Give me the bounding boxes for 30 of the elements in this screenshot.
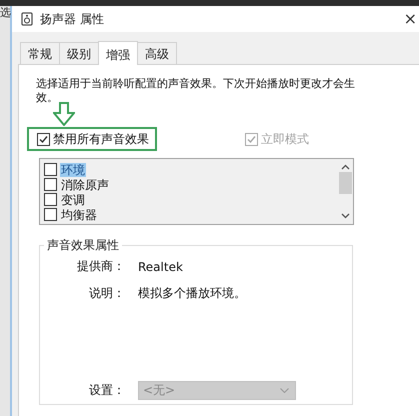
group-title: 声音效果属性	[46, 237, 120, 254]
provider-label: 提供商：	[76, 258, 125, 275]
tab[interactable]: 增强	[98, 41, 138, 65]
effect-item[interactable]: 变调	[60, 192, 86, 206]
window-title: 扬声器 属性	[40, 10, 104, 28]
checkbox[interactable]	[44, 208, 57, 221]
description-text: 选择适用于当前聆听配置的声音效果。下次开始播放时更改才会生效。	[36, 77, 356, 105]
effects-list[interactable]: 环境 消除原声 变调 均衡器	[39, 158, 354, 225]
checkbox[interactable]	[44, 193, 57, 206]
tab[interactable]: 常规	[20, 42, 60, 64]
effect-description: 模拟多个播放环境。	[138, 285, 247, 302]
chevron-down-icon	[280, 388, 289, 393]
tab[interactable]: 高级	[137, 42, 177, 64]
effect-item[interactable]: 均衡器	[60, 208, 98, 222]
effect-item[interactable]: 环境	[60, 162, 86, 176]
scrollbar-thumb[interactable]	[339, 172, 352, 194]
checkbox-label: 禁用所有声音效果	[53, 132, 149, 146]
effect-item[interactable]: 消除原声	[60, 178, 110, 192]
description-label: 说明：	[88, 285, 125, 302]
provider-value: Realtek	[138, 260, 184, 274]
checkbox[interactable]	[37, 132, 50, 146]
checkbox[interactable]	[44, 163, 57, 176]
setting-label: 设置：	[88, 382, 125, 399]
scroll-up-icon[interactable]	[341, 164, 350, 170]
speaker-icon	[20, 12, 34, 26]
checkbox[interactable]	[44, 178, 57, 191]
scroll-down-icon[interactable]	[341, 213, 350, 219]
checkbox-label: 立即模式	[261, 132, 309, 146]
background-window-text: 选	[0, 6, 10, 19]
close-button[interactable]: ×	[404, 11, 419, 27]
